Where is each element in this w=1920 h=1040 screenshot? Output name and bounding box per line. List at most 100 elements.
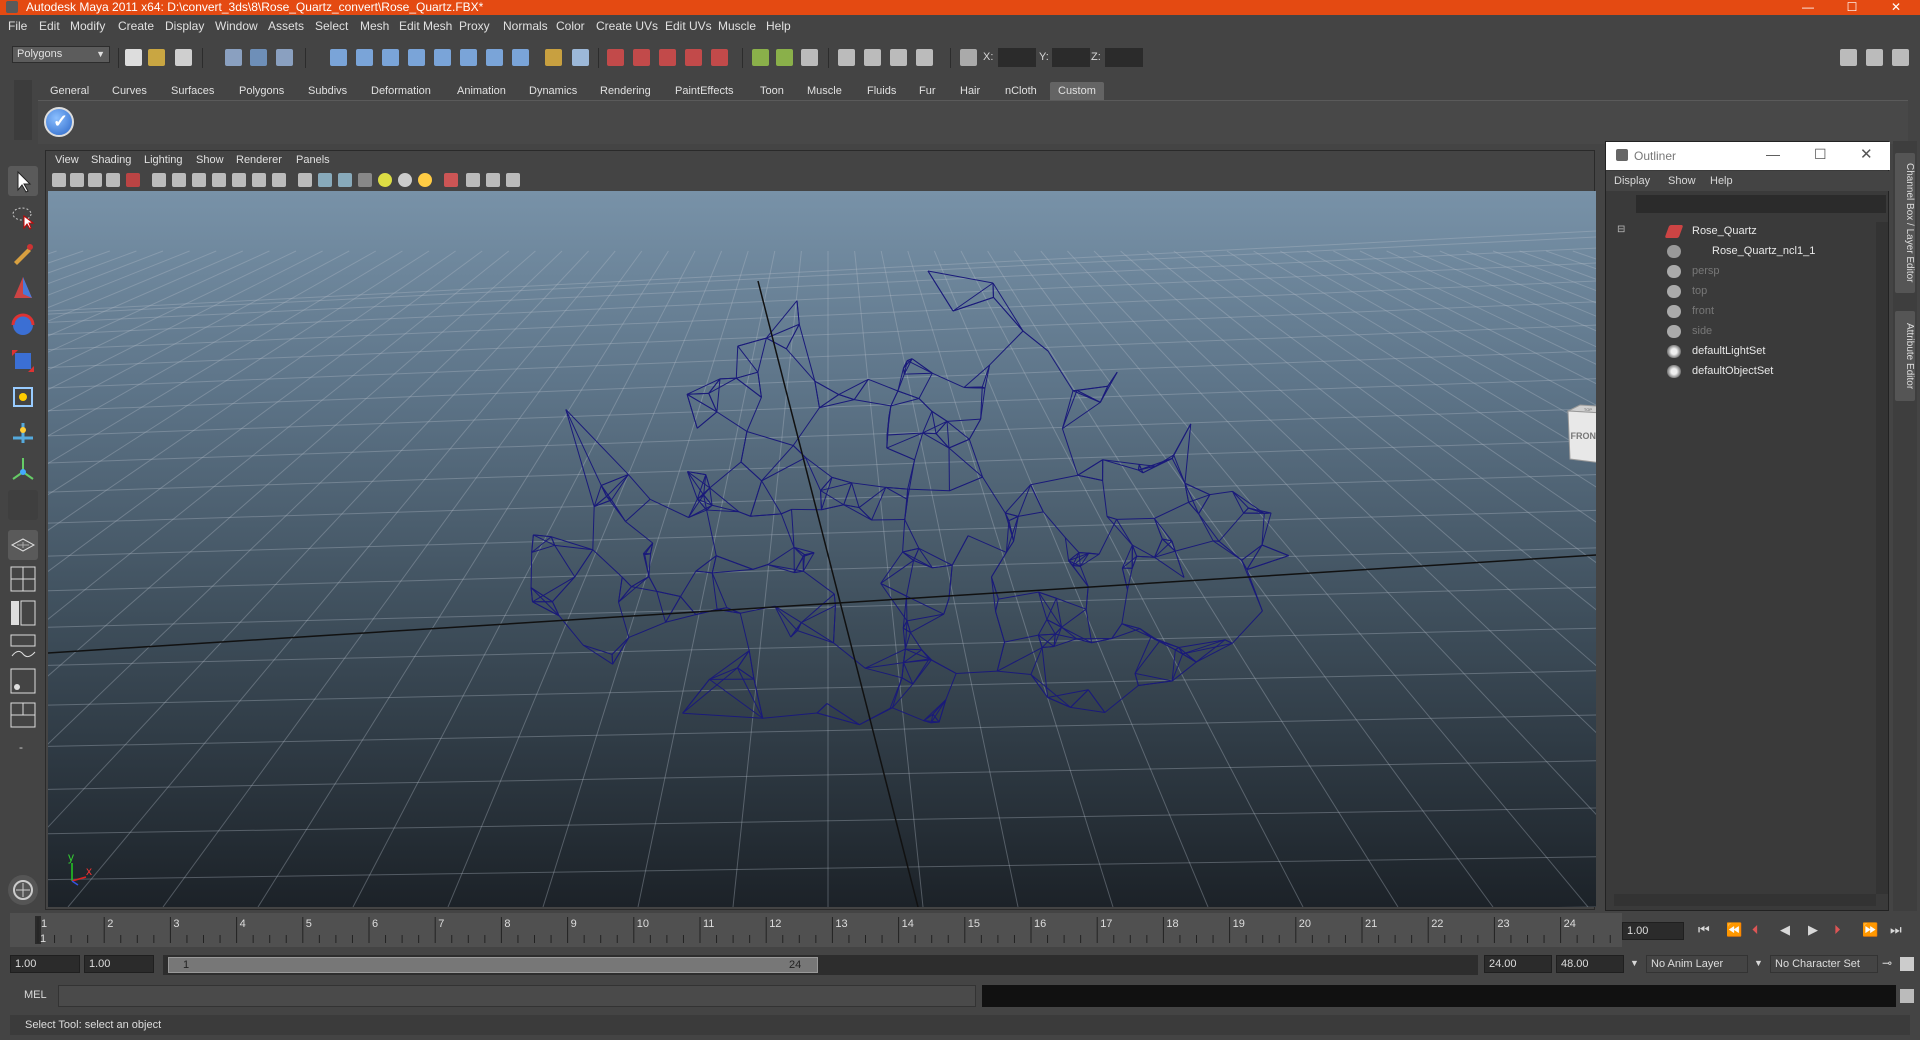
shelf-tab-polygons[interactable]: Polygons <box>237 82 286 100</box>
universal-manipulator-icon[interactable] <box>8 382 38 412</box>
step-back-key-icon[interactable]: ⏪ <box>1726 922 1742 938</box>
move-tool-icon[interactable] <box>8 274 38 304</box>
highlight-selection-icon[interactable] <box>572 49 589 66</box>
rotate-tool-icon[interactable] <box>8 310 38 340</box>
menu-window[interactable]: Window <box>215 19 258 33</box>
menu-display[interactable]: Display <box>165 19 204 33</box>
persp-graph-outliner-layout-icon[interactable] <box>8 700 38 730</box>
playback-start-field[interactable]: 1.00 <box>84 955 154 973</box>
maximize-button[interactable]: ☐ <box>1830 0 1874 15</box>
animation-end-field[interactable]: 48.00 <box>1556 955 1624 973</box>
outliner-menu-display[interactable]: Display <box>1614 175 1650 187</box>
outliner-horizontal-scrollbar[interactable] <box>1614 894 1876 906</box>
menu-create[interactable]: Create <box>118 19 154 33</box>
outliner-menu-show[interactable]: Show <box>1668 175 1696 187</box>
chevron-down-icon[interactable]: ▼ <box>1754 958 1763 968</box>
menu-select[interactable]: Select <box>315 19 348 33</box>
open-scene-icon[interactable] <box>148 49 165 66</box>
step-forward-key-icon[interactable]: ⏩ <box>1862 922 1878 938</box>
outliner-close-button[interactable]: ✕ <box>1860 145 1873 163</box>
paint-select-tool-icon[interactable] <box>8 238 38 268</box>
select-surfaces-icon[interactable] <box>408 49 425 66</box>
shelf-tab-muscle[interactable]: Muscle <box>805 82 844 100</box>
show-manipulator-icon[interactable] <box>8 454 38 484</box>
menu-create-uvs[interactable]: Create UVs <box>596 19 658 33</box>
shelf-tab-animation[interactable]: Animation <box>455 82 508 100</box>
shelf-tab-toon[interactable]: Toon <box>758 82 786 100</box>
use-all-lights-icon[interactable] <box>398 173 412 187</box>
shelf-tab-curves[interactable]: Curves <box>110 82 149 100</box>
shelf-tab-custom[interactable]: Custom <box>1050 82 1104 100</box>
go-to-end-icon[interactable]: ⏭ <box>1890 922 1902 938</box>
shelf-tab-ncloth[interactable]: nCloth <box>1003 82 1039 100</box>
menu-help[interactable]: Help <box>766 19 791 33</box>
ipr-render-icon[interactable] <box>890 49 907 66</box>
step-forward-frame-icon[interactable]: ⏵ <box>1834 922 1841 938</box>
hud-icon[interactable] <box>506 173 520 187</box>
field-chart-icon[interactable] <box>232 173 246 187</box>
outliner-minimize-button[interactable]: — <box>1766 146 1780 162</box>
toggle-tool-settings-icon[interactable] <box>1866 49 1883 66</box>
attribute-editor-tab[interactable]: Attribute Editor <box>1895 311 1915 401</box>
x-coordinate-field[interactable] <box>998 48 1036 67</box>
menu-mesh[interactable]: Mesh <box>360 19 389 33</box>
anim-layer-dropdown[interactable]: No Anim Layer <box>1646 955 1748 973</box>
outliner-item-front[interactable]: front <box>1662 302 1892 322</box>
minimize-button[interactable]: — <box>1786 0 1830 15</box>
select-by-component-icon[interactable] <box>276 49 293 66</box>
graph-persp-layout-icon[interactable] <box>8 632 38 662</box>
snap-to-view-planes-icon[interactable] <box>685 49 702 66</box>
script-editor-icon[interactable] <box>1900 989 1914 1003</box>
shelf-handle[interactable] <box>14 80 32 140</box>
expand-collapse-icon[interactable]: ⊟ <box>1617 224 1625 235</box>
select-deformations-icon[interactable] <box>434 49 451 66</box>
select-by-object-icon[interactable] <box>250 49 267 66</box>
perspective-viewport[interactable]: TOP FRONT y x <box>48 191 1596 907</box>
outliner-item-persp[interactable]: persp <box>1662 262 1892 282</box>
animation-start-field[interactable]: 1.00 <box>10 955 80 973</box>
checkmark-icon[interactable]: ✓ <box>44 107 74 137</box>
outliner-menu-help[interactable]: Help <box>1710 175 1733 187</box>
z-coordinate-field[interactable] <box>1105 48 1143 67</box>
channel-box-tab[interactable]: Channel Box / Layer Editor <box>1895 153 1915 293</box>
layout-more-icon[interactable]: - <box>8 734 38 764</box>
construction-history-icon[interactable] <box>801 49 818 66</box>
select-handles-icon[interactable] <box>330 49 347 66</box>
select-by-hierarchy-icon[interactable] <box>225 49 242 66</box>
menu-muscle[interactable]: Muscle <box>718 19 756 33</box>
render-settings-icon[interactable] <box>916 49 933 66</box>
render-view-icon[interactable] <box>838 49 855 66</box>
last-tool-slot[interactable] <box>8 490 38 520</box>
animation-preferences-icon[interactable] <box>1900 957 1914 971</box>
range-slider-handle[interactable]: 1 24 <box>168 957 818 973</box>
play-forwards-icon[interactable]: ▶ <box>1808 922 1818 938</box>
viewport-menu-show[interactable]: Show <box>196 154 224 166</box>
select-camera-icon[interactable] <box>52 173 66 187</box>
image-plane-icon[interactable] <box>106 173 120 187</box>
outliner-item-rose-quartz[interactable]: Rose_Quartz <box>1662 222 1892 242</box>
shelf-tab-subdivs[interactable]: Subdivs <box>306 82 349 100</box>
outliner-item-default-object-set[interactable]: defaultObjectSet <box>1662 362 1892 382</box>
lock-selection-icon[interactable] <box>545 49 562 66</box>
menu-set-selector[interactable]: Polygons ▼ <box>12 46 110 63</box>
menu-edit[interactable]: Edit <box>39 19 60 33</box>
play-backwards-icon[interactable]: ◀ <box>1780 922 1790 938</box>
xray-icon[interactable] <box>466 173 480 187</box>
shelf-tab-dynamics[interactable]: Dynamics <box>527 82 579 100</box>
textured-icon[interactable] <box>358 173 372 187</box>
shelf-tab-fluids[interactable]: Fluids <box>865 82 898 100</box>
shelf-tab-surfaces[interactable]: Surfaces <box>169 82 216 100</box>
viewport-menu-shading[interactable]: Shading <box>91 154 131 166</box>
menu-assets[interactable]: Assets <box>268 19 304 33</box>
shelf-tab-fur[interactable]: Fur <box>917 82 938 100</box>
select-joints-icon[interactable] <box>356 49 373 66</box>
hypershade-persp-layout-icon[interactable] <box>8 666 38 696</box>
film-gate-icon[interactable] <box>172 173 186 187</box>
menu-edit-uvs[interactable]: Edit UVs <box>665 19 712 33</box>
camera-attributes-icon[interactable] <box>70 173 84 187</box>
use-default-light-icon[interactable] <box>378 173 392 187</box>
shelf-tab-rendering[interactable]: Rendering <box>598 82 653 100</box>
step-back-frame-icon[interactable]: ⏴ <box>1752 922 1759 938</box>
y-coordinate-field[interactable] <box>1052 48 1090 67</box>
snap-to-curves-icon[interactable] <box>633 49 650 66</box>
